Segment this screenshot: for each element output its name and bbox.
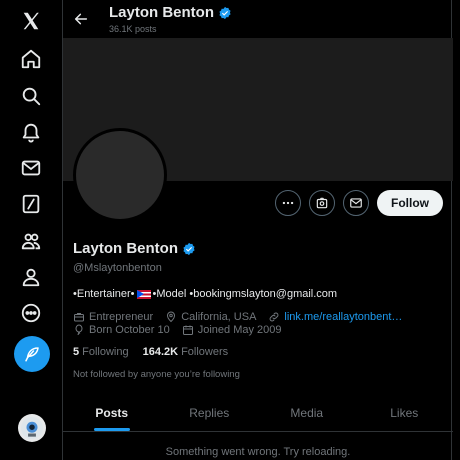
profile-name: Layton Benton bbox=[73, 240, 196, 257]
follow-button[interactable]: Follow bbox=[377, 190, 443, 216]
more-icon[interactable] bbox=[18, 300, 44, 326]
x-logo-icon[interactable] bbox=[18, 8, 44, 34]
balloon-icon bbox=[75, 324, 83, 336]
verified-badge-icon bbox=[183, 242, 195, 255]
profile-name-text: Layton Benton bbox=[73, 240, 178, 257]
back-arrow-icon[interactable] bbox=[71, 9, 91, 29]
profile-handle: @Mslaytonbenton bbox=[73, 262, 162, 274]
profile-column: Layton Benton 36.1K posts Follow Layton … bbox=[62, 0, 453, 460]
following-link[interactable]: 5 Following bbox=[73, 346, 129, 358]
briefcase-icon bbox=[74, 313, 84, 322]
topbar-name: Layton Benton bbox=[109, 4, 232, 21]
camera-icon bbox=[316, 197, 328, 209]
profile-topbar: Layton Benton 36.1K posts bbox=[63, 0, 453, 38]
left-nav bbox=[0, 0, 62, 460]
posts-count: 36.1K posts bbox=[109, 24, 157, 34]
location: California, USA bbox=[165, 311, 256, 323]
profile-meta-row-1: Entrepreneur California, USA link.me/rea… bbox=[73, 311, 410, 323]
category: Entrepreneur bbox=[73, 311, 153, 323]
feather-icon bbox=[25, 347, 39, 362]
explore-icon[interactable] bbox=[18, 83, 44, 109]
more-options-button[interactable] bbox=[275, 190, 301, 216]
messages-icon[interactable] bbox=[18, 155, 44, 181]
profile-icon[interactable] bbox=[18, 264, 44, 290]
not-followed-note: Not followed by anyone you’re following bbox=[73, 369, 240, 380]
profile-tabs: Posts Replies Media Likes bbox=[63, 394, 453, 432]
followers-link[interactable]: 164.2K Followers bbox=[143, 346, 229, 358]
compose-post-button[interactable] bbox=[14, 336, 50, 372]
profile-actions: Follow bbox=[275, 190, 443, 216]
message-button[interactable] bbox=[343, 190, 369, 216]
grok-icon[interactable] bbox=[18, 191, 44, 217]
account-avatar[interactable] bbox=[18, 414, 46, 442]
website-link[interactable]: link.me/reallaytonbent… bbox=[284, 311, 402, 323]
ellipsis-icon bbox=[282, 201, 294, 205]
profile-meta-row-2: Born October 10 Joined May 2009 bbox=[73, 324, 290, 336]
joined-date: Joined May 2009 bbox=[182, 324, 282, 336]
grok-analyze-button[interactable] bbox=[309, 190, 335, 216]
birthday: Born October 10 bbox=[73, 324, 170, 336]
website[interactable]: link.me/reallaytonbent… bbox=[268, 311, 402, 323]
envelope-icon bbox=[350, 198, 362, 208]
follow-stats: 5 Following 164.2K Followers bbox=[73, 346, 228, 358]
tab-posts[interactable]: Posts bbox=[63, 394, 161, 431]
puerto-rico-flag-icon bbox=[136, 289, 151, 299]
profile-bio: •Entertainer• •Model •bookingmslayton@gm… bbox=[73, 288, 337, 300]
tab-replies[interactable]: Replies bbox=[161, 394, 259, 431]
bio-suffix: •Model •bookingmslayton@gmail.com bbox=[152, 288, 338, 300]
location-pin-icon bbox=[167, 311, 176, 323]
notifications-icon[interactable] bbox=[18, 119, 44, 145]
link-icon bbox=[270, 312, 279, 322]
topbar-name-text: Layton Benton bbox=[109, 4, 214, 21]
tab-likes[interactable]: Likes bbox=[356, 394, 454, 431]
error-message: Something went wrong. Try reloading. bbox=[165, 446, 351, 458]
calendar-icon bbox=[182, 325, 193, 335]
tab-media[interactable]: Media bbox=[258, 394, 356, 431]
verified-badge-icon bbox=[219, 6, 231, 19]
profile-avatar[interactable] bbox=[73, 128, 167, 222]
communities-icon[interactable] bbox=[18, 228, 44, 254]
bio-prefix: •Entertainer• bbox=[73, 288, 135, 300]
home-icon[interactable] bbox=[18, 46, 44, 72]
